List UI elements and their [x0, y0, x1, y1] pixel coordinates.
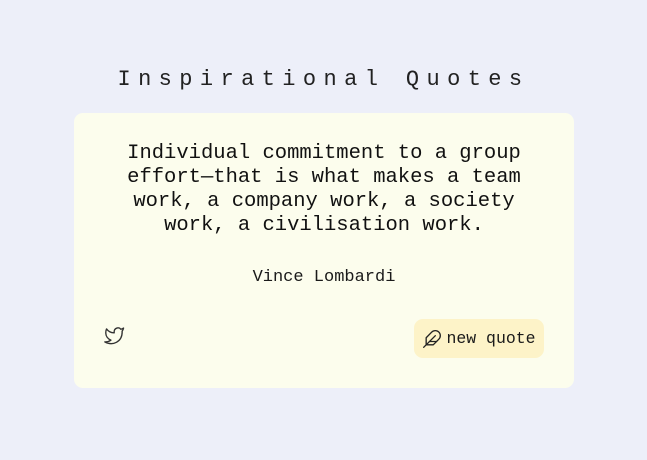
feather-icon — [422, 329, 442, 349]
new-quote-button[interactable]: new quote — [414, 319, 544, 358]
new-quote-label: new quote — [446, 329, 536, 348]
tweet-quote-button[interactable] — [101, 324, 127, 348]
quote-author: Vince Lombardi — [252, 268, 396, 287]
quote-card: Individual commitment to a group effort—… — [74, 113, 574, 388]
page-title: Inspirational Quotes — [117, 67, 530, 92]
quote-text: Individual commitment to a group effort—… — [127, 142, 521, 237]
twitter-icon — [103, 326, 125, 346]
